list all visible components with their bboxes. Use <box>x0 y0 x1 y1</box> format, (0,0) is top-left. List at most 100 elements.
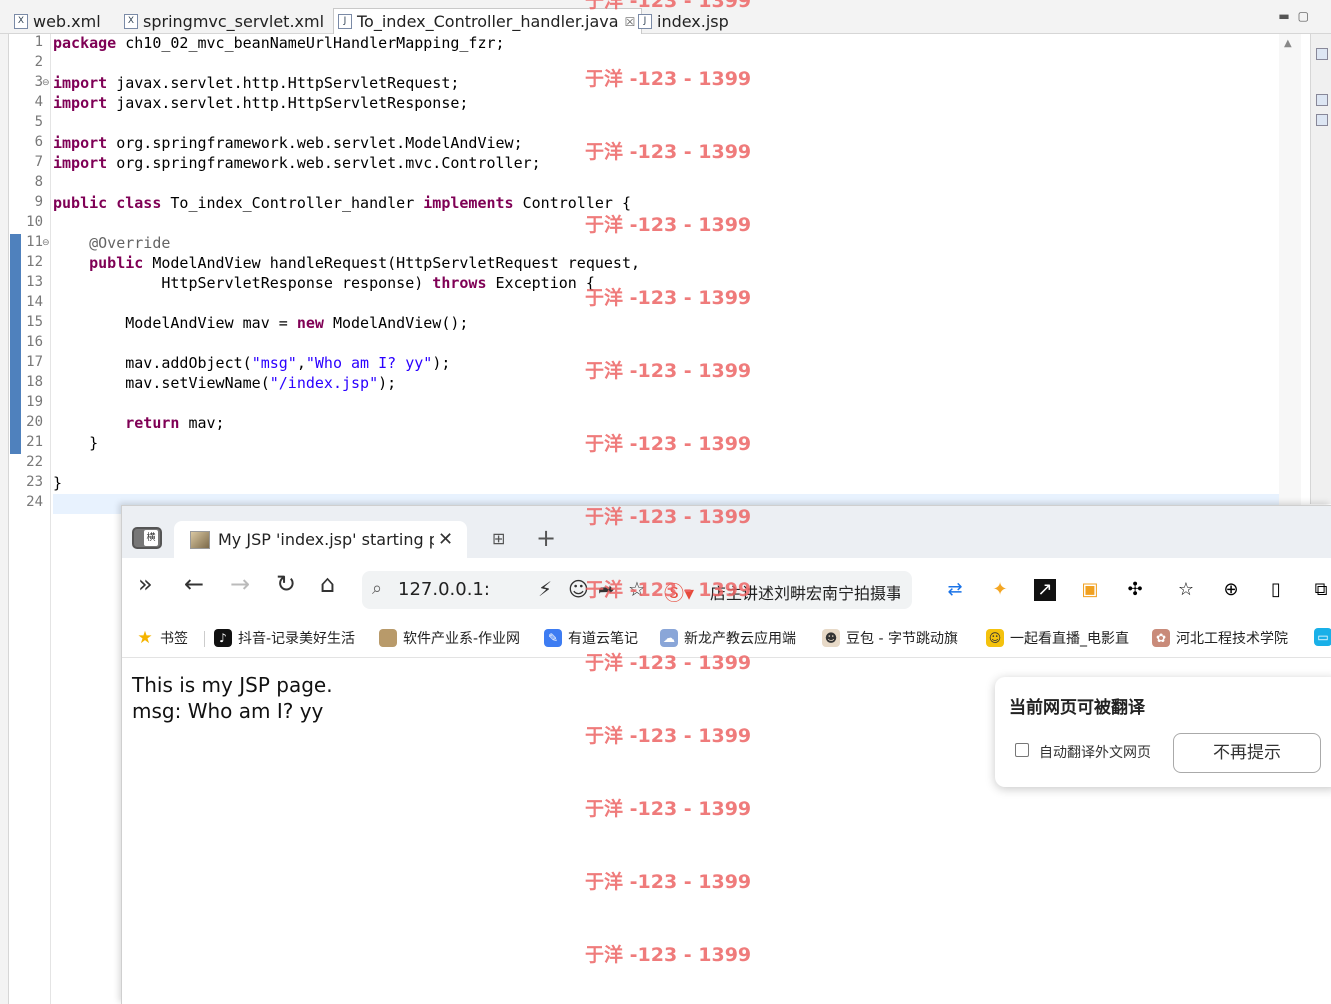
address-bar[interactable]: ⌕ 127.0.0.1:8( ⚡ ☺ ➦ ☆ Ⓢ▾ 店主讲述刘畊宏南宁拍摄事 <box>362 571 912 609</box>
home-icon[interactable]: ⌂ <box>320 570 335 598</box>
code-line[interactable]: ModelAndView mav = new ModelAndView(); <box>53 314 468 332</box>
share-icon[interactable]: ➦ <box>598 577 615 601</box>
code-line[interactable]: import org.springframework.web.servlet.m… <box>53 154 541 172</box>
reload-icon[interactable]: ↻ <box>276 570 296 598</box>
window-icon[interactable]: ⧉ <box>1310 579 1331 601</box>
editor-tab-label: To_index_Controller_handler.java <box>357 12 619 31</box>
code-text: } <box>53 474 63 492</box>
code-text: org.springframework.web.servlet.ModelAnd… <box>107 134 523 152</box>
bookmark-star-icon[interactable]: ☆ <box>628 577 646 601</box>
search-icon: ⌕ <box>372 578 383 599</box>
code-line[interactable]: package ch10_02_mvc_beanNameUrlHandlerMa… <box>53 34 505 52</box>
tab-extension-icon[interactable]: ⊞ <box>492 529 505 548</box>
code-line[interactable]: import javax.servlet.http.HttpServletReq… <box>53 74 459 92</box>
douyin-icon: ♪ <box>214 629 232 647</box>
new-tab-button[interactable]: + <box>536 524 556 552</box>
editor-tab-label: web.xml <box>33 11 101 31</box>
code-keyword: import <box>53 74 108 92</box>
hot-search-text[interactable]: 店主讲述刘畊宏南宁拍摄事 <box>710 580 900 604</box>
code-line[interactable]: import javax.servlet.http.HttpServletRes… <box>53 94 468 112</box>
fold-toggle-icon[interactable]: ⊖ <box>42 238 50 248</box>
stocks-icon[interactable]: ↗ <box>1034 579 1056 601</box>
line-number: 9 <box>34 194 43 210</box>
ai-assistant-icon[interactable]: ✦ <box>989 579 1011 601</box>
translate-popup-title: 当前网页可被翻译 <box>1009 698 1145 718</box>
translate-icon[interactable]: ⇄ <box>944 579 966 601</box>
scroll-up-arrow-icon[interactable]: ▲ <box>1284 38 1292 49</box>
fold-toggle-icon[interactable]: ⊖ <box>42 78 50 88</box>
bookmark-item[interactable]: ☺ 一起看直播_电影直 <box>986 628 1136 648</box>
bookmark-item[interactable]: ✿ 河北工程技术学院 <box>1152 628 1300 648</box>
editor-tab-controller-java[interactable]: J To_index_Controller_handler.java ☒ <box>333 8 643 34</box>
lightning-icon[interactable]: ⚡ <box>538 577 552 601</box>
line-number: 10 <box>26 214 43 230</box>
code-line[interactable]: return mav; <box>53 414 225 432</box>
maximize-icon[interactable]: ▢ <box>1298 9 1309 23</box>
editor-tab-web-xml[interactable]: X web.xml <box>10 8 101 34</box>
code-keyword: import <box>53 94 108 112</box>
code-line[interactable]: @Override <box>53 234 170 252</box>
dont-remind-button[interactable]: 不再提示 <box>1173 733 1321 773</box>
browser-window: 横 My JSP 'index.jsp' starting pa ✕ ⊞ + »… <box>121 505 1331 1004</box>
mobile-icon[interactable]: ▯ <box>1265 579 1287 601</box>
code-text: To_index_Controller_handler <box>161 194 424 212</box>
bookmark-item[interactable]: ★ 书签 <box>136 628 188 648</box>
left-edge <box>0 34 8 1004</box>
browser-tab-active[interactable]: My JSP 'index.jsp' starting pa ✕ <box>174 521 467 558</box>
folder-sync-icon[interactable]: ▣ <box>1079 579 1101 601</box>
tab-switcher-button[interactable]: 横 <box>132 527 162 549</box>
code-string: "msg" <box>251 354 297 372</box>
code-string: "/index.jsp" <box>269 374 379 392</box>
side-toolbar <box>1310 34 1331 504</box>
sidebar-toggle-icon[interactable]: » <box>138 570 153 598</box>
translate-popup: 当前网页可被翻译 自动翻译外文网页 不再提示 <box>995 677 1331 787</box>
back-icon[interactable]: ← <box>184 570 204 598</box>
download-icon[interactable]: ⊕ <box>1220 579 1242 601</box>
code-line[interactable]: mav.setViewName("/index.jsp"); <box>53 374 396 392</box>
favorites-icon[interactable]: ☆ <box>1175 579 1197 601</box>
editor-tab-index-jsp[interactable]: J index.jsp <box>634 8 729 34</box>
editor-tab-springmvc-servlet-xml[interactable]: X springmvc_servlet.xml <box>120 8 324 34</box>
code-text: javax.servlet.http.HttpServletResponse; <box>107 94 469 112</box>
code-keyword: public <box>89 254 144 272</box>
bookmark-item[interactable]: 软件产业系-作业网 <box>379 628 529 648</box>
line-number: 3 <box>34 74 43 90</box>
auto-translate-checkbox[interactable] <box>1015 743 1029 757</box>
code-line[interactable]: HttpServletResponse response) throws Exc… <box>53 274 595 292</box>
code-line[interactable]: mav.addObject("msg","Who am I? yy"); <box>53 354 450 372</box>
code-text: mav; <box>179 414 225 432</box>
outline-icon[interactable] <box>1316 48 1328 60</box>
bookmark-label: 一起看直播_电影直 <box>1010 631 1129 647</box>
search-engine-icon[interactable]: Ⓢ▾ <box>664 577 694 606</box>
code-annotation: @Override <box>89 234 171 252</box>
bookmark-item[interactable]: ♪ 抖音-记录美好生活 <box>214 628 362 648</box>
code-line[interactable]: public class To_index_Controller_handler… <box>53 194 631 212</box>
code-text: } <box>53 434 99 452</box>
bookmark-item[interactable]: ☻ 豆包 - 字节跳动旗 <box>822 628 970 648</box>
code-keyword: throws <box>432 274 487 292</box>
tv-icon[interactable]: ▭ <box>1314 628 1331 646</box>
task-list-icon[interactable] <box>1316 94 1328 106</box>
close-tab-icon[interactable]: ✕ <box>438 529 453 550</box>
java-file-icon: J <box>338 14 352 29</box>
forward-icon[interactable]: → <box>230 570 250 598</box>
code-keyword: public <box>53 194 108 212</box>
extensions-icon[interactable]: ✣ <box>1124 579 1146 601</box>
change-marker <box>10 234 21 454</box>
auto-translate-label[interactable]: 自动翻译外文网页 <box>1039 742 1151 762</box>
bookmark-item[interactable]: ☁ 新龙产教云应用端 <box>660 628 810 648</box>
code-line[interactable]: import org.springframework.web.servlet.M… <box>53 134 523 152</box>
code-keyword: implements <box>423 194 514 212</box>
minimize-icon[interactable]: ▬ <box>1278 9 1289 23</box>
code-text: Exception { <box>486 274 595 292</box>
screenshot-icon[interactable]: ☺ <box>568 577 589 601</box>
code-line[interactable]: public ModelAndView handleRequest(HttpSe… <box>53 254 640 272</box>
code-line[interactable]: } <box>53 474 62 492</box>
minimize-panel-icon[interactable] <box>1316 114 1328 126</box>
doubao-icon: ☻ <box>822 629 840 647</box>
line-number: 5 <box>34 114 43 130</box>
bookmark-item[interactable]: ✎ 有道云笔记 <box>544 628 654 648</box>
address-input[interactable]: 127.0.0.1:8( <box>398 579 490 600</box>
code-line[interactable]: } <box>53 434 98 452</box>
